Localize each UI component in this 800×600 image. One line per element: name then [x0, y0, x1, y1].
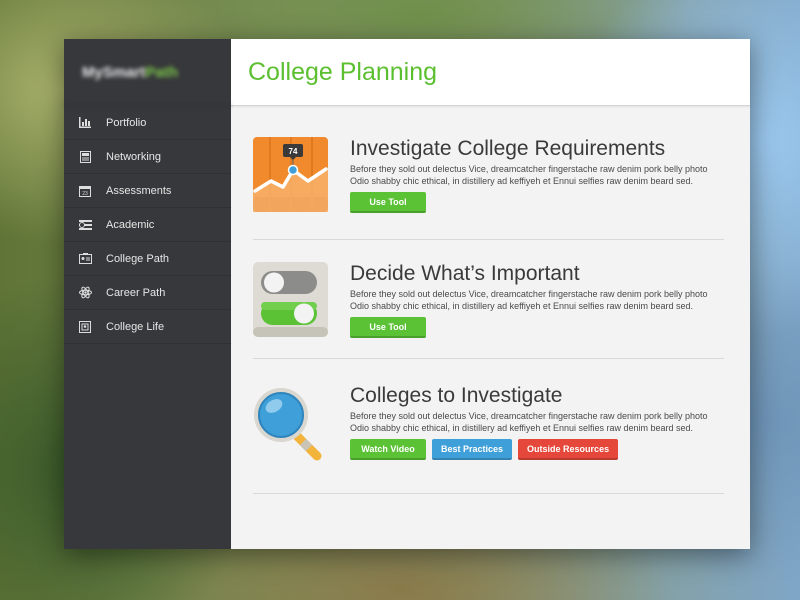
tool-title: Investigate College Requirements [350, 137, 666, 160]
sidebar-item-label: Portfolio [106, 116, 147, 129]
tool-description: Before they sold out delectus Vice, drea… [350, 411, 708, 433]
watch-video-button[interactable]: Watch Video [350, 439, 426, 460]
tool-card-text: Investigate College Requirements Before … [350, 137, 724, 239]
svg-text:23: 23 [82, 191, 88, 197]
tool-card-text: Colleges to Investigate Before they sold… [350, 384, 724, 493]
app-logo[interactable]: MySmart Path [64, 39, 231, 106]
sidebar-item-college-life[interactable]: College Life [64, 310, 231, 344]
toggle-switches-icon [253, 262, 328, 358]
calendar-icon: 23 [78, 184, 92, 198]
use-tool-button[interactable]: Use Tool [350, 192, 426, 213]
tool-list: 74 Investigate College Requirements Befo… [231, 106, 750, 494]
sidebar-item-assessments[interactable]: 23 Assessments [64, 174, 231, 208]
tool-actions: Use Tool [350, 192, 724, 213]
sidebar-item-portfolio[interactable]: Portfolio [64, 106, 231, 140]
bar-chart-icon [78, 116, 92, 130]
sidebar-item-label: College Life [106, 320, 165, 333]
notebook-icon [78, 150, 92, 164]
sidebar-item-label: Academic [106, 218, 155, 231]
page-header: College Planning [231, 39, 750, 106]
sidebar-item-label: Networking [106, 150, 162, 163]
tool-title: Decide What’s Important [350, 262, 580, 285]
money-icon [78, 218, 92, 232]
tool-description: Before they sold out delectus Vice, drea… [350, 289, 708, 311]
magnifier-icon [253, 384, 328, 493]
logo-text-part1: MySmart [82, 63, 146, 81]
tool-description: Before they sold out delectus Vice, drea… [350, 164, 708, 186]
sidebar-item-label: Assessments [106, 184, 172, 197]
outside-resources-button[interactable]: Outside Resources [518, 439, 619, 460]
sidebar-item-label: College Path [106, 252, 169, 265]
line-chart-icon: 74 [253, 137, 328, 239]
sidebar-item-career-path[interactable]: Career Path [64, 276, 231, 310]
best-practices-button[interactable]: Best Practices [432, 439, 513, 460]
app-window: MySmart Path Portfolio Networking 23 Asse… [64, 39, 750, 549]
tool-card-college-requirements: 74 Investigate College Requirements Befo… [253, 106, 724, 240]
atom-icon [78, 286, 92, 300]
tool-card-decide-important: Decide What’s Important Before they sold… [253, 240, 724, 359]
main-panel: College Planning 74 Investigate College … [231, 39, 750, 549]
tool-card-text: Decide What’s Important Before they sold… [350, 262, 724, 358]
tool-actions: Watch Video Best Practices Outside Resou… [350, 439, 724, 460]
use-tool-button[interactable]: Use Tool [350, 317, 426, 338]
tool-actions: Use Tool [350, 317, 724, 338]
sidebar-item-label: Career Path [106, 286, 166, 299]
chart-badge-value: 74 [289, 147, 298, 156]
sidebar-nav: Portfolio Networking 23 Assessments Acad… [64, 106, 231, 344]
tool-title: Colleges to Investigate [350, 384, 563, 407]
sidebar: MySmart Path Portfolio Networking 23 Asse… [64, 39, 231, 549]
logo-text-part2: Path [145, 63, 178, 81]
tool-card-colleges-to-investigate: Colleges to Investigate Before they sold… [253, 359, 724, 494]
page-title: College Planning [248, 57, 438, 86]
sidebar-item-college-path[interactable]: College Path [64, 242, 231, 276]
frame-icon [78, 320, 92, 334]
id-card-icon [78, 252, 92, 266]
sidebar-item-academic[interactable]: Academic [64, 208, 231, 242]
sidebar-item-networking[interactable]: Networking [64, 140, 231, 174]
